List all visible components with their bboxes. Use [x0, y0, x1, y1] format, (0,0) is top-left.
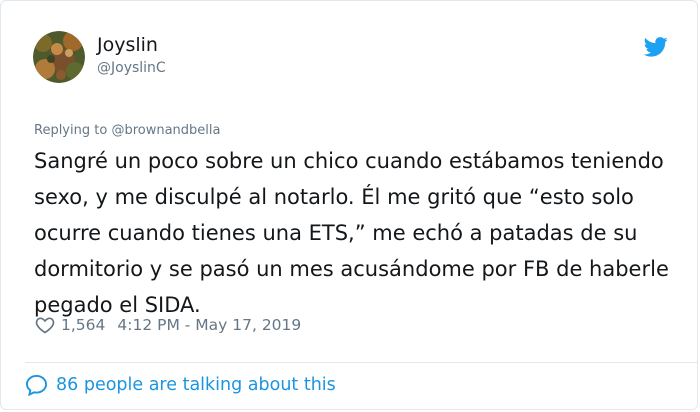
reply-to-link[interactable]: @brownandbella — [111, 123, 220, 138]
avatar[interactable] — [33, 31, 85, 83]
reply-context: Replying to @brownandbella — [34, 123, 220, 138]
tweet-meta: 1,564 4:12 PM - May 17, 2019 — [35, 314, 301, 336]
like-count[interactable]: 1,564 — [61, 316, 105, 334]
tweet-card: Joyslin @JoyslinC Replying to @brownandb… — [0, 0, 698, 410]
timestamp[interactable]: 4:12 PM - May 17, 2019 — [117, 316, 301, 334]
talking-about-text: 86 people are talking about this — [56, 375, 336, 395]
talking-about-link[interactable]: 86 people are talking about this — [25, 374, 336, 397]
heart-icon[interactable] — [35, 315, 55, 335]
avatar-image — [33, 31, 85, 83]
divider — [25, 362, 697, 363]
author-name[interactable]: Joyslin — [97, 34, 158, 56]
tweet-text: Sangré un poco sobre un chico cuando est… — [34, 149, 669, 317]
reply-prefix: Replying to — [34, 123, 108, 138]
speech-bubble-icon — [25, 374, 48, 397]
twitter-bird-icon[interactable] — [643, 37, 668, 57]
author-handle[interactable]: @JoyslinC — [97, 60, 166, 76]
